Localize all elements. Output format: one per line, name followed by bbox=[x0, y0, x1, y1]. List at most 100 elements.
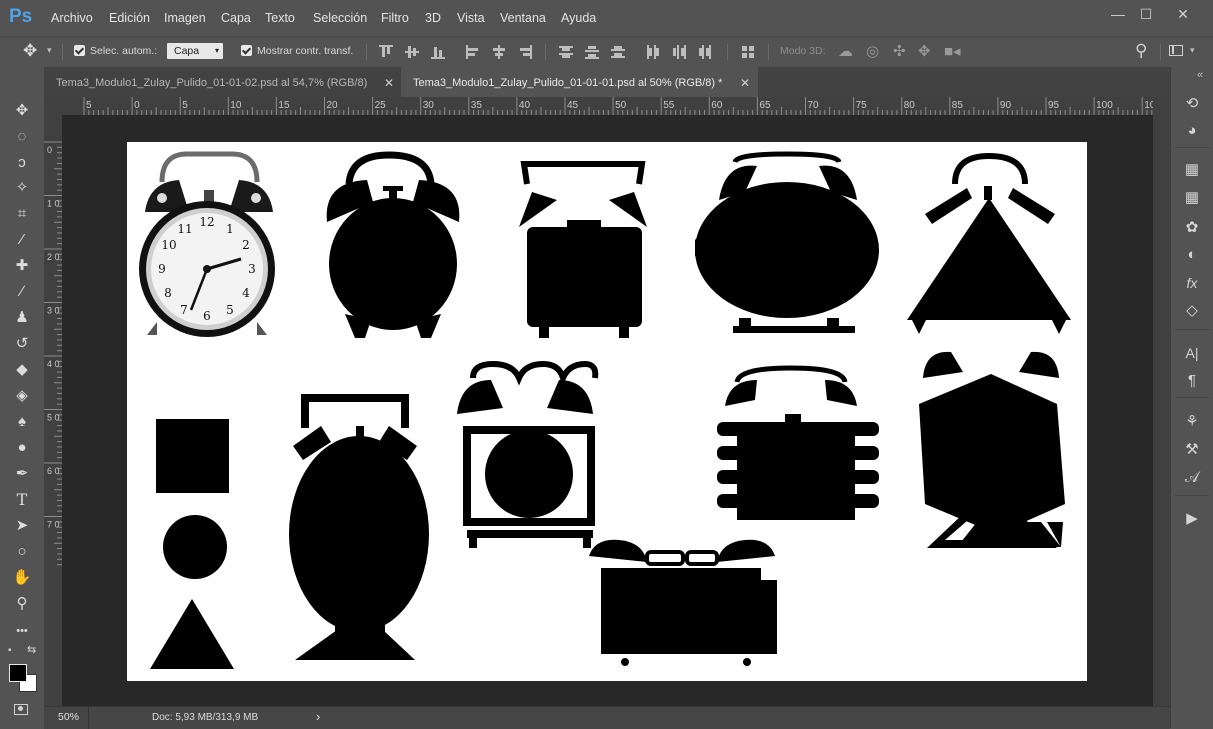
hand-tool-icon[interactable]: ✋ bbox=[10, 567, 34, 589]
dodge-tool-icon[interactable]: ● bbox=[10, 437, 34, 459]
3d-orbit-icon[interactable]: ☁ bbox=[838, 42, 853, 60]
menu-seleccion[interactable]: Selección bbox=[313, 11, 367, 25]
close-icon[interactable]: ✕ bbox=[384, 76, 394, 90]
align-bottom-icon[interactable] bbox=[431, 45, 445, 59]
search-icon[interactable]: ⚲ bbox=[1135, 41, 1147, 61]
menu-3d[interactable]: 3D bbox=[425, 11, 441, 25]
tool-preset-dropdown-icon[interactable]: ▾ bbox=[47, 45, 52, 56]
align-left-icon[interactable] bbox=[466, 45, 480, 59]
marquee-tool-icon[interactable]: ◌ bbox=[10, 126, 34, 148]
distribute-right-icon[interactable] bbox=[698, 45, 712, 59]
distribute-bottom-icon[interactable] bbox=[611, 45, 625, 59]
distribute-horizontal-center-icon[interactable] bbox=[672, 45, 686, 59]
history-icon[interactable]: ⟲ bbox=[1181, 93, 1203, 115]
menu-capa[interactable]: Capa bbox=[221, 11, 251, 25]
layers-icon[interactable]: ◇ bbox=[1181, 300, 1203, 322]
clone-stamp-tool-icon[interactable]: ♟ bbox=[10, 307, 34, 329]
move-tool-icon[interactable]: ✥ bbox=[23, 41, 37, 61]
3d-slide-icon[interactable]: ✥ bbox=[918, 42, 931, 60]
libraries-icon[interactable]: ▦ bbox=[1181, 159, 1203, 181]
adjustments-icon[interactable]: ◐ bbox=[1181, 244, 1203, 266]
color-icon[interactable]: ◕ bbox=[1181, 120, 1203, 142]
align-vertical-center-icon[interactable] bbox=[405, 45, 419, 59]
tab-document-02[interactable]: Tema3_Modulo1_Zulay_Pulido_01-01-02.psd … bbox=[44, 67, 400, 97]
auto-select-checkbox[interactable] bbox=[74, 45, 85, 56]
more-tools-icon[interactable]: ••• bbox=[10, 620, 34, 642]
alarm-clock-photo: 12 12 3 45 6 78 9 1011 bbox=[139, 151, 275, 337]
auto-align-layers-icon[interactable] bbox=[741, 45, 755, 59]
lasso-tool-icon[interactable]: ↄ bbox=[10, 152, 34, 174]
eraser-tool-icon[interactable]: ◆ bbox=[10, 359, 34, 381]
distribute-left-icon[interactable] bbox=[646, 45, 660, 59]
close-icon[interactable]: ✕ bbox=[740, 76, 750, 90]
ruler-label: 1 0 bbox=[47, 199, 60, 209]
separator bbox=[727, 44, 728, 60]
brush-tool-icon[interactable]: ∕ bbox=[10, 281, 34, 303]
align-horizontal-center-icon[interactable] bbox=[492, 45, 506, 59]
svg-text:5: 5 bbox=[226, 303, 234, 317]
maximize-button[interactable]: ☐ bbox=[1134, 4, 1158, 24]
tab-document-01[interactable]: Tema3_Modulo1_Zulay_Pulido_01-01-01.psd … bbox=[401, 67, 758, 97]
ellipse-tool-icon[interactable]: ○ bbox=[10, 541, 34, 563]
svg-text:10: 10 bbox=[161, 238, 176, 252]
triangle-clock-silhouette bbox=[907, 152, 1071, 334]
crop-tool-icon[interactable]: ⌗ bbox=[10, 203, 34, 225]
brush-presets-icon[interactable]: ⚘ bbox=[1181, 411, 1203, 433]
3d-pan-icon[interactable]: ✣ bbox=[893, 42, 906, 60]
magic-wand-tool-icon[interactable]: ✧ bbox=[10, 177, 34, 199]
path-selection-tool-icon[interactable]: ➤ bbox=[10, 515, 34, 537]
ruler-origin[interactable] bbox=[44, 97, 62, 115]
tools-panel: ✥ ◌ ↄ ✧ ⌗ ⁄ ✚ ∕ ♟ ↺ ◆ ◈ ♠ ● ✒ T ➤ ○ ✋ ⚲ ••• ▪ ⇆ bbox=[0, 67, 44, 728]
history-brush-tool-icon[interactable]: ↺ bbox=[10, 333, 34, 355]
swap-colors-icon[interactable]: ⇆ bbox=[27, 643, 36, 656]
status-menu-arrow[interactable]: › bbox=[316, 709, 320, 724]
default-colors-icon[interactable]: ▪ bbox=[8, 645, 12, 656]
close-button[interactable]: ✕ bbox=[1171, 4, 1195, 24]
menu-edicion[interactable]: Edición bbox=[109, 11, 150, 25]
styles-icon[interactable]: ✿ bbox=[1181, 217, 1203, 239]
document-canvas[interactable]: 12 1 2 3 45 6 78 9 10 11 bbox=[127, 142, 1087, 681]
character-icon[interactable]: A| bbox=[1181, 342, 1203, 364]
glyphs-icon[interactable]: 𝒜 bbox=[1181, 467, 1203, 489]
eyedropper-tool-icon[interactable]: ⁄ bbox=[10, 229, 34, 251]
foreground-color-swatch[interactable] bbox=[9, 664, 27, 682]
swatches-icon[interactable]: ▦ bbox=[1181, 187, 1203, 209]
paint-bucket-tool-icon[interactable]: ◈ bbox=[10, 385, 34, 407]
show-transform-checkbox[interactable] bbox=[241, 45, 252, 56]
menu-ventana[interactable]: Ventana bbox=[500, 11, 546, 25]
auto-select-dropdown[interactable]: Capa ▾ bbox=[167, 43, 223, 59]
move-tool-icon[interactable]: ✥ bbox=[10, 100, 34, 122]
workspace-icon[interactable] bbox=[1169, 45, 1183, 56]
menu-vista[interactable]: Vista bbox=[457, 11, 485, 25]
pen-tool-icon[interactable]: ✒ bbox=[10, 463, 34, 485]
blur-tool-icon[interactable]: ♠ bbox=[10, 411, 34, 433]
menu-imagen[interactable]: Imagen bbox=[164, 11, 206, 25]
paragraph-icon[interactable]: ¶ bbox=[1181, 370, 1203, 392]
distribute-top-icon[interactable] bbox=[559, 45, 573, 59]
3d-camera-icon[interactable]: ■◂ bbox=[944, 42, 961, 60]
menu-ayuda[interactable]: Ayuda bbox=[561, 11, 596, 25]
menu-filtro[interactable]: Filtro bbox=[381, 11, 409, 25]
align-right-icon[interactable] bbox=[518, 45, 532, 59]
3d-roll-icon[interactable]: ◎ bbox=[866, 42, 879, 60]
zoom-level[interactable]: 50% bbox=[58, 711, 79, 723]
type-tool-icon[interactable]: T bbox=[10, 489, 34, 511]
ruler-label: 3 0 bbox=[47, 306, 60, 316]
distribute-vertical-center-icon[interactable] bbox=[585, 45, 599, 59]
healing-brush-tool-icon[interactable]: ✚ bbox=[10, 255, 34, 277]
panels-dock: « ⟲ ◕ ▦ ▦ ✿ ◐ fx ◇ A| ¶ ⚘ ⚒ 𝒜 ▶ bbox=[1170, 67, 1213, 728]
actions-icon[interactable]: ▶ bbox=[1181, 508, 1203, 530]
tool-presets-icon[interactable]: ⚒ bbox=[1181, 439, 1203, 461]
dock-separator bbox=[1175, 147, 1209, 148]
vertical-scrollbar[interactable] bbox=[1153, 97, 1170, 706]
menu-texto[interactable]: Texto bbox=[265, 11, 295, 25]
separator bbox=[88, 707, 89, 729]
quick-mask-icon[interactable] bbox=[14, 704, 28, 715]
zoom-tool-icon[interactable]: ⚲ bbox=[10, 593, 34, 615]
align-top-icon[interactable] bbox=[379, 45, 393, 59]
fx-icon[interactable]: fx bbox=[1181, 272, 1203, 294]
workspace-dropdown-icon[interactable]: ▾ bbox=[1190, 45, 1195, 56]
minimize-button[interactable]: — bbox=[1106, 4, 1130, 24]
menu-archivo[interactable]: Archivo bbox=[51, 11, 93, 25]
collapse-right-icon[interactable]: « bbox=[1197, 69, 1203, 81]
